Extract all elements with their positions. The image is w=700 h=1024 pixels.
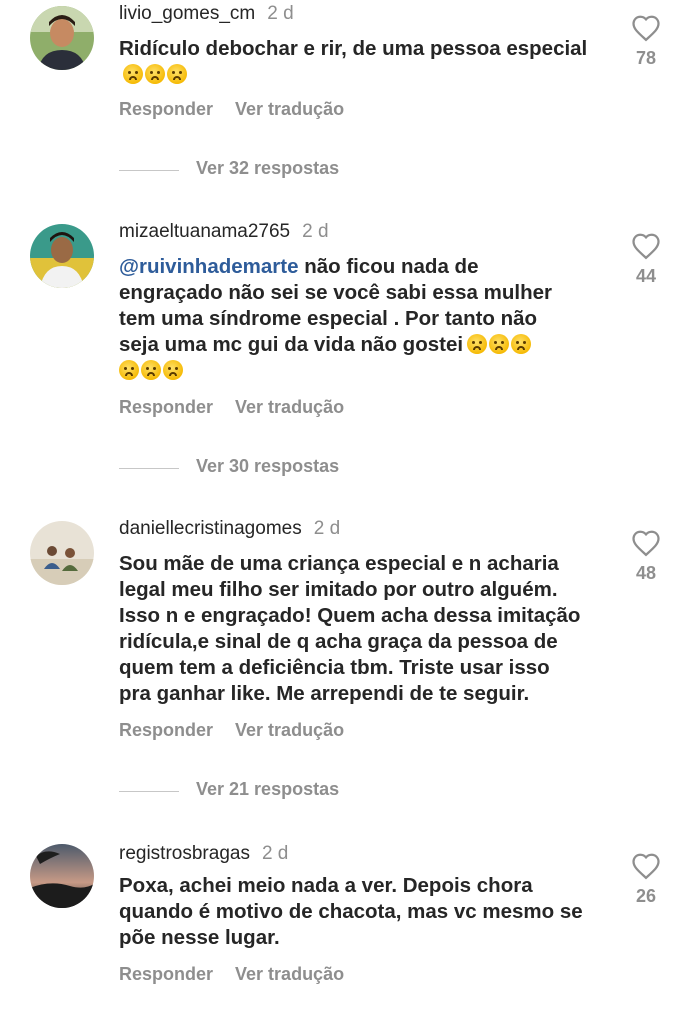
view-replies-label[interactable]: Ver 21 respostas [196, 779, 339, 800]
emoji-group [119, 360, 183, 380]
like-group: 26 [628, 852, 664, 907]
avatar[interactable] [30, 844, 94, 908]
sad-face-emoji [511, 334, 532, 354]
comments-feed: livio_gomes_cm 2 d Ridículo debochar e ri… [0, 0, 700, 1024]
emoji-group [123, 64, 187, 84]
comment-line: Isso n e engraçado! Quem acha dessa imit… [119, 604, 581, 627]
comment-actions: Responder Ver tradução [119, 397, 366, 418]
comment-line: não ficou nada de [304, 255, 479, 278]
sad-face-emoji [489, 334, 510, 354]
avatar[interactable] [30, 224, 94, 288]
timestamp: 2 d [302, 221, 329, 242]
like-count: 44 [635, 266, 657, 286]
translate-button[interactable]: Ver tradução [235, 964, 344, 984]
avatar-image [30, 6, 94, 70]
comment-header: registrosbragas 2 d [119, 842, 288, 866]
comment-header: mizaeltuanama2765 2 d [119, 220, 329, 244]
comment-text: Poxa, achei meio nada a ver. Depois chor… [119, 873, 609, 951]
comment-actions: Responder Ver tradução [119, 964, 366, 985]
comment-line: legal meu filho ser imitado por outro al… [119, 578, 558, 601]
sad-face-emoji [119, 360, 139, 380]
comment-text: Sou mãe de uma criança especial e n acha… [119, 551, 609, 707]
comment-line: quem tem a deficiência tbm. Triste usar … [119, 656, 550, 679]
comment-line: Sou mãe de uma criança especial e n acha… [119, 552, 559, 575]
comment-line: Poxa, achei meio nada a ver. Depois chor… [119, 874, 533, 897]
avatar-image [30, 521, 94, 585]
username[interactable]: mizaeltuanama2765 [119, 221, 290, 242]
replies-divider [119, 170, 179, 171]
sad-face-emoji [467, 334, 488, 354]
avatar[interactable] [30, 521, 94, 585]
like-group: 44 [628, 232, 664, 287]
replies-divider [119, 468, 179, 469]
comment-line: tem uma síndrome especial . Por tanto nã… [119, 307, 538, 330]
translate-button[interactable]: Ver tradução [235, 99, 344, 119]
like-group: 78 [628, 14, 664, 69]
sad-face-emoji [163, 360, 183, 380]
timestamp: 2 d [313, 518, 341, 539]
like-count: 48 [635, 563, 657, 583]
reply-button[interactable]: Responder [119, 99, 213, 119]
username[interactable]: registrosbragas [119, 843, 250, 864]
sad-face-emoji [167, 64, 187, 84]
timestamp: 2 d [267, 3, 294, 24]
sad-face-emoji [141, 360, 161, 380]
username[interactable]: livio_gomes_cm [119, 3, 255, 24]
comment-line: ridícula,e sinal de q acha graça da pess… [119, 630, 558, 653]
view-replies-label[interactable]: Ver 32 respostas [196, 158, 339, 179]
replies-divider [119, 791, 179, 792]
comment-line: põe nesse lugar. [119, 926, 280, 949]
avatar[interactable] [30, 6, 94, 70]
like-group: 48 [628, 529, 664, 584]
timestamp: 2 d [261, 843, 289, 864]
emoji-group [467, 334, 532, 354]
like-count: 78 [635, 48, 657, 68]
sad-face-emoji [145, 64, 165, 84]
comment-line: pra ganhar like. Me arrependi de te segu… [119, 682, 530, 705]
translate-button[interactable]: Ver tradução [235, 397, 344, 417]
heart-outline-icon[interactable] [631, 14, 661, 42]
reply-button[interactable]: Responder [119, 397, 213, 417]
mention-link[interactable]: @ruivinhademarte [119, 255, 299, 278]
comment-line: seja uma mc gui da vida não gostei [119, 333, 464, 356]
comment-text: @ruivinhademarte não ficou nada de engra… [119, 254, 609, 384]
comment-text: Ridículo debochar e rir, de uma pessoa e… [119, 36, 609, 88]
comment-header: livio_gomes_cm 2 d [119, 2, 294, 26]
translate-button[interactable]: Ver tradução [235, 720, 344, 740]
comment-actions: Responder Ver tradução [119, 720, 366, 741]
comment-line: engraçado não sei se você sabi essa mulh… [119, 281, 552, 304]
heart-outline-icon[interactable] [631, 232, 661, 260]
reply-button[interactable]: Responder [119, 964, 213, 984]
heart-outline-icon[interactable] [631, 852, 661, 880]
reply-button[interactable]: Responder [119, 720, 213, 740]
comment-actions: Responder Ver tradução [119, 99, 366, 120]
username[interactable]: daniellecristinagomes [119, 518, 302, 539]
comment-line: quando é motivo de chacota, mas vc mesmo… [119, 900, 583, 923]
view-replies-label[interactable]: Ver 30 respostas [196, 456, 339, 477]
sad-face-emoji [123, 64, 143, 84]
avatar-image [30, 844, 94, 908]
comment-line: Ridículo debochar e rir, de uma pessoa e… [119, 37, 588, 60]
comment-header: daniellecristinagomes 2 d [119, 517, 340, 541]
heart-outline-icon[interactable] [631, 529, 661, 557]
like-count: 26 [635, 886, 657, 906]
avatar-image [30, 224, 94, 288]
